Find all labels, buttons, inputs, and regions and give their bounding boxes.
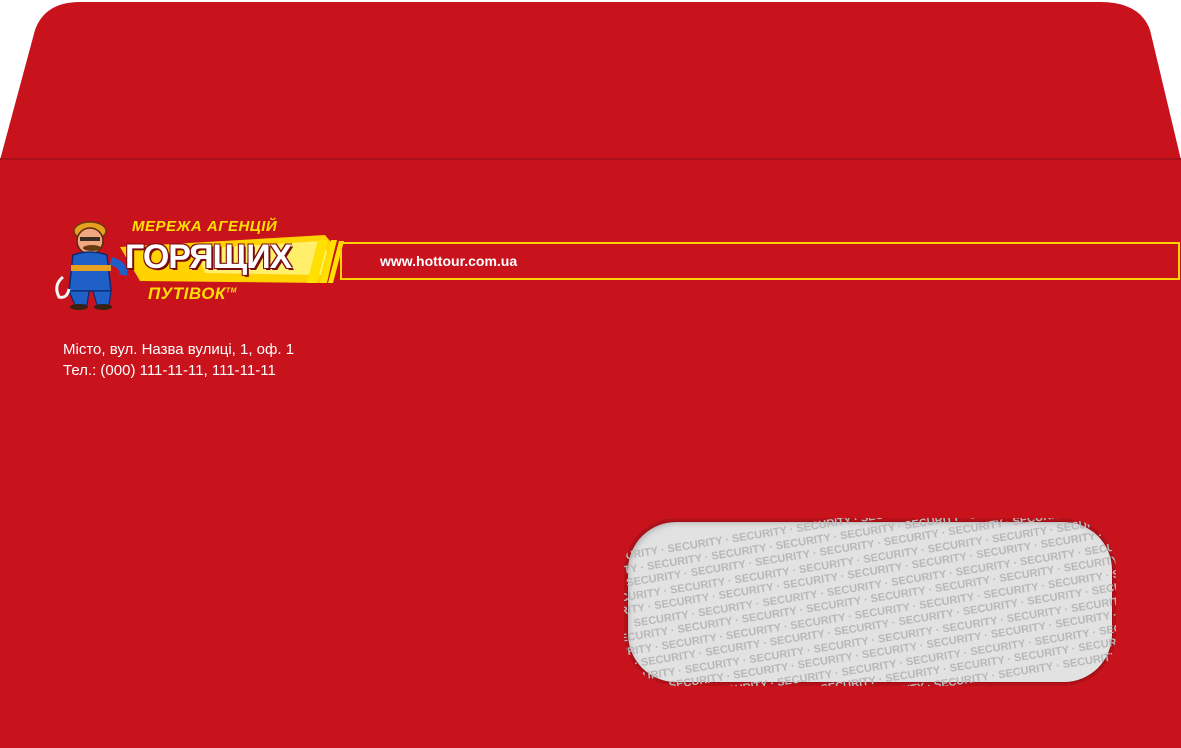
- security-pattern: SECURITY · SECURITY · SECURITY · SECURIT…: [624, 518, 1116, 686]
- logo-text-hot: ГОРЯЩИХ: [125, 238, 292, 276]
- logo-text-agency-network: МЕРЕЖА АГЕНЦІЙ: [132, 218, 278, 235]
- logo-text-tours: ПУТІВОКTM: [148, 284, 237, 303]
- phone-line: Тел.: (000) 111-11-11, 111-11-11: [63, 362, 276, 379]
- envelope: МЕРЕЖА АГЕНЦІЙ ГОРЯЩИХ ПУТІВОКTM www.hot…: [0, 0, 1181, 748]
- envelope-flap: [0, 2, 1181, 160]
- address-window: SECURITY · SECURITY · SECURITY · SECURIT…: [624, 518, 1116, 686]
- website-url: www.hottour.com.ua: [380, 253, 518, 269]
- trademark-mark: TM: [225, 287, 237, 295]
- firefighter-mascot-icon: [55, 221, 128, 310]
- flap-fold-line: [0, 158, 1181, 160]
- address-line: Місто, вул. Назва вулиці, 1, оф. 1: [63, 341, 295, 358]
